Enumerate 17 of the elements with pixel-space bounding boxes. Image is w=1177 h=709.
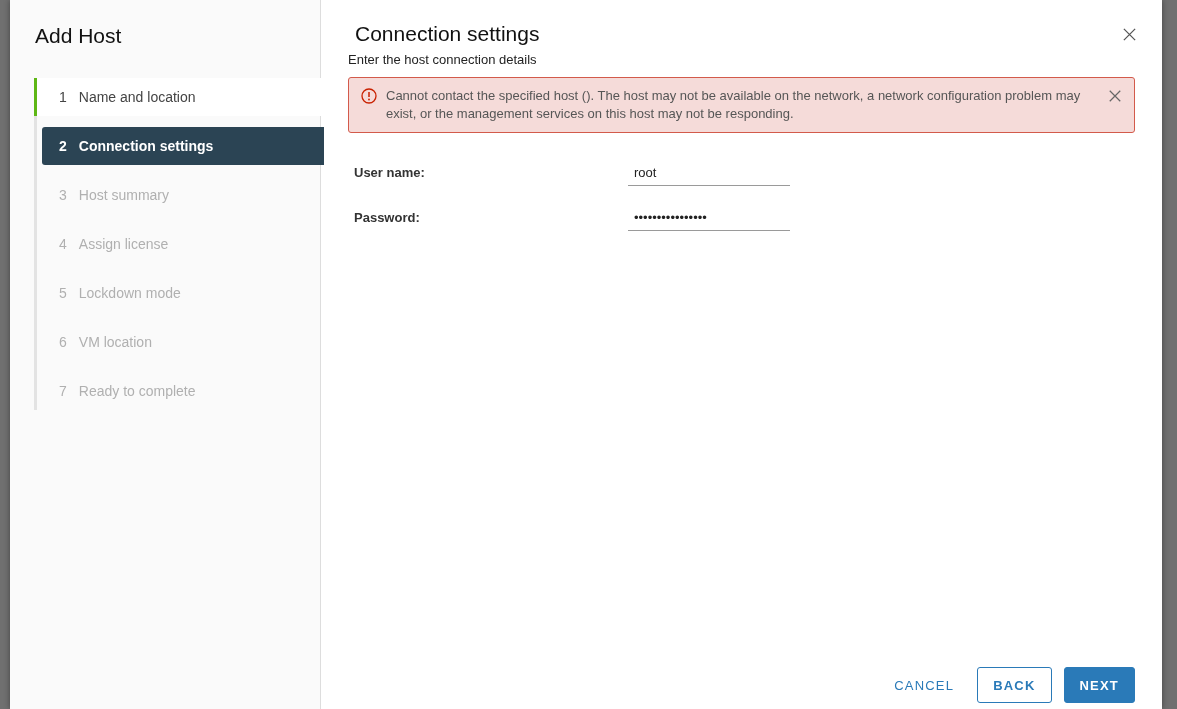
close-icon [1108, 89, 1122, 103]
dismiss-button[interactable] [1108, 89, 1122, 103]
input-field[interactable]: •••••••••••••••• [628, 210, 790, 231]
dialog-title: Add Host [34, 23, 123, 49]
close-icon [1122, 26, 1137, 42]
wizard-step[interactable]: 2 Connection settings [42, 127, 324, 165]
wizard-button[interactable]: NEXT [1063, 667, 1135, 703]
exclamation-circle-icon [361, 88, 377, 104]
wizard-step[interactable]: 1 Name and location [34, 78, 324, 116]
field-label: User name: [354, 165, 426, 182]
input-field[interactable]: root [628, 165, 790, 186]
wizard-button[interactable]: BACK [977, 667, 1052, 703]
page-title: Connection settings [355, 21, 540, 47]
close-button[interactable] [1122, 26, 1137, 42]
field-label: Password: [354, 210, 421, 227]
alert-message: Cannot contact the specified host (). The host may not be available on the network, a network configuration problem may exist, or the management services on this host may not be responding. [386, 87, 1082, 123]
page-subtitle: Enter the host connection details [348, 52, 538, 67]
